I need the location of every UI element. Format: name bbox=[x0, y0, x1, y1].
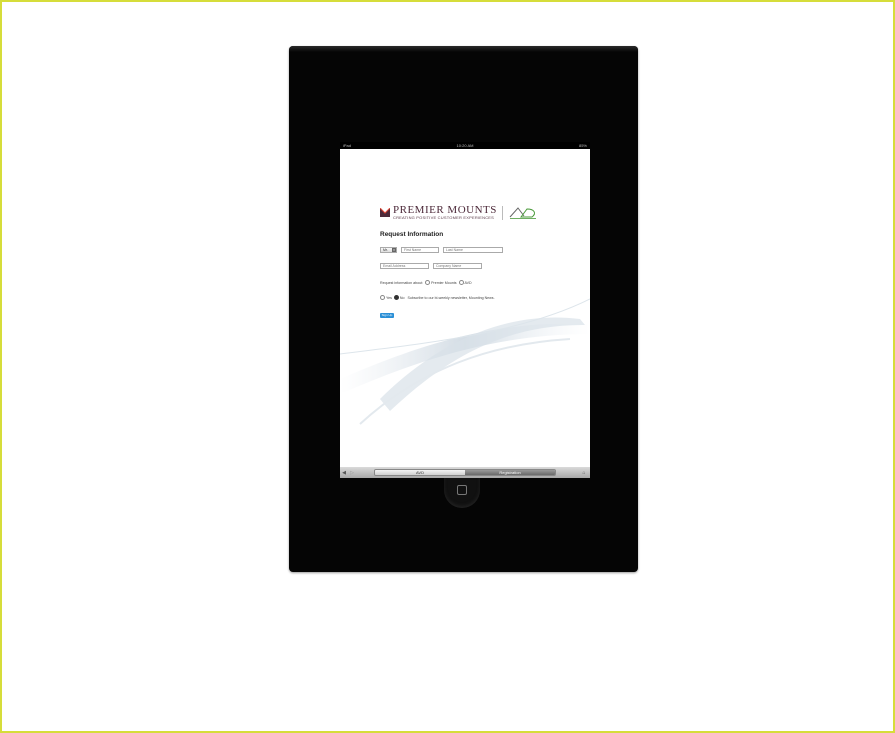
enclosure-top-edge bbox=[289, 46, 638, 52]
header-logos: PREMIER MOUNTS CREATING POSITIVE CUSTOME… bbox=[380, 205, 538, 220]
home-icon[interactable]: ⌂ bbox=[580, 470, 588, 476]
bottom-toolbar: ◀ ▷ AVD Registration ⌂ bbox=[340, 467, 590, 478]
sign-up-button[interactable]: Sign Up bbox=[380, 313, 394, 318]
tab-avd[interactable]: AVD bbox=[375, 470, 465, 475]
status-time: 10:20 AM bbox=[456, 143, 474, 148]
home-button-cutout bbox=[444, 474, 480, 508]
segmented-tabs: AVD Registration bbox=[374, 469, 556, 476]
first-name-input[interactable]: First Name bbox=[401, 247, 439, 253]
home-button-icon[interactable] bbox=[457, 485, 467, 495]
logo-divider bbox=[501, 205, 503, 220]
company-input[interactable]: Company Name bbox=[433, 263, 482, 269]
avd-logo-icon bbox=[509, 207, 536, 219]
status-bar: iPad 10:20 AM 85% bbox=[340, 142, 590, 149]
newsletter-yes-label: Yes bbox=[386, 295, 392, 300]
newsletter-row: Yes No Subscribe to our bi-weekly newsle… bbox=[380, 295, 495, 300]
status-device: iPad bbox=[343, 143, 352, 148]
newsletter-no-radio[interactable] bbox=[393, 295, 399, 300]
background-swoosh bbox=[340, 298, 590, 425]
email-input[interactable]: Email Address bbox=[380, 263, 429, 269]
chevron-down-icon: ▾ bbox=[392, 248, 396, 252]
tab-registration[interactable]: Registration bbox=[465, 470, 555, 475]
contact-row: Email Address Company Name bbox=[380, 263, 482, 269]
request-premier-radio[interactable] bbox=[425, 280, 431, 285]
last-name-input[interactable]: Last Name bbox=[443, 247, 503, 253]
newsletter-yes-radio[interactable] bbox=[380, 295, 385, 300]
brand-name: PREMIER MOUNTS bbox=[393, 204, 497, 216]
request-row: Request information about: Premier Mount… bbox=[380, 280, 472, 285]
request-avd-label: AVD bbox=[464, 280, 472, 285]
registration-page: PREMIER MOUNTS CREATING POSITIVE CUSTOME… bbox=[340, 149, 590, 467]
newsletter-no-label: No bbox=[399, 295, 405, 300]
newsletter-text: Subscribe to our bi-weekly newsletter, M… bbox=[407, 295, 495, 300]
status-battery: 85% bbox=[578, 143, 587, 148]
title-select-value: Mr. bbox=[383, 248, 388, 252]
premier-mounts-logo-icon bbox=[380, 208, 390, 217]
back-icon[interactable]: ◀ bbox=[340, 470, 348, 476]
name-row: Mr. ▾ First Name Last Name bbox=[380, 247, 503, 253]
forward-icon[interactable]: ▷ bbox=[348, 470, 356, 476]
request-avd-radio[interactable] bbox=[458, 280, 464, 285]
request-label: Request information about: bbox=[380, 280, 424, 285]
request-premier-label: Premier Mounts bbox=[431, 280, 457, 285]
brand-tagline: CREATING POSITIVE CUSTOMER EXPERIENCES bbox=[393, 215, 495, 220]
premier-mounts-wordmark: PREMIER MOUNTS CREATING POSITIVE CUSTOME… bbox=[393, 204, 497, 221]
title-select[interactable]: Mr. ▾ bbox=[380, 247, 397, 253]
page-title: Request Information bbox=[380, 231, 444, 238]
ipad-screen: iPad 10:20 AM 85% PREMIER MOUNTS CREATIN… bbox=[340, 142, 590, 478]
